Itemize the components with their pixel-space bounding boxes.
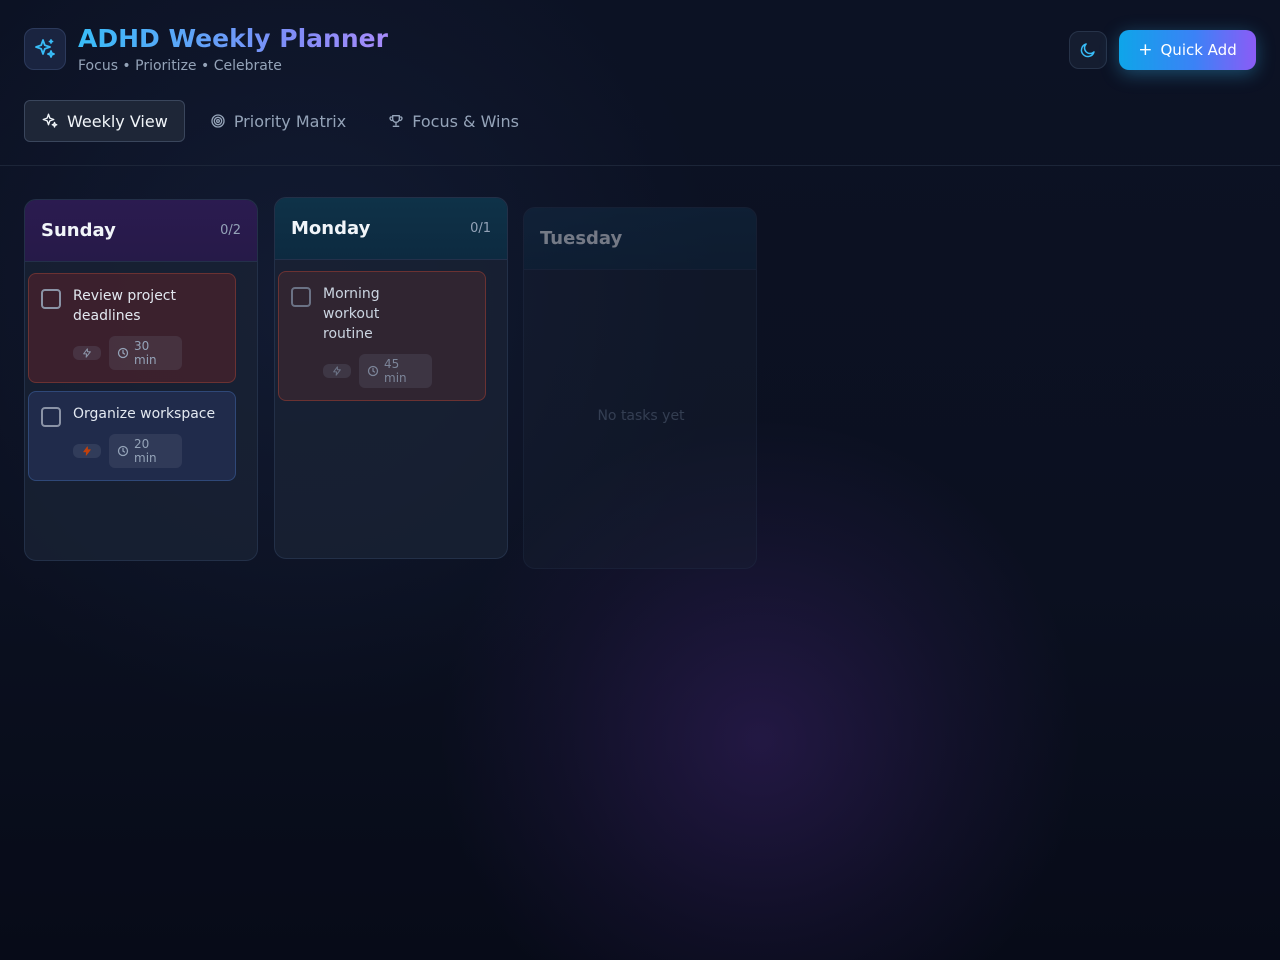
day-header: Monday 0/1 <box>275 198 507 260</box>
header: ADHD Weekly Planner Focus • Prioritize •… <box>0 0 1280 166</box>
app: ADHD Weekly Planner Focus • Prioritize •… <box>0 0 1280 960</box>
view-tabs: Weekly View Priority Matrix Focus & Wins <box>24 100 536 142</box>
app-title: ADHD Weekly Planner <box>78 24 388 53</box>
task-checkbox[interactable] <box>41 407 61 427</box>
day-header: Tuesday <box>524 208 756 270</box>
task-checkbox[interactable] <box>41 289 61 309</box>
clock-icon <box>117 347 129 359</box>
logo <box>24 28 66 70</box>
day-header: Sunday 0/2 <box>25 200 257 262</box>
zap-icon <box>83 348 91 358</box>
sparkles-icon <box>35 39 55 58</box>
app-subtitle: Focus • Prioritize • Celebrate <box>78 58 282 74</box>
moon-icon <box>1080 43 1095 58</box>
theme-toggle-button[interactable] <box>1069 31 1107 69</box>
day-column-monday: Monday 0/1 Morning workout routine 45 mi… <box>274 197 508 559</box>
task-title: Review project deadlines <box>73 288 176 324</box>
quick-add-button[interactable]: + Quick Add <box>1119 30 1256 70</box>
duration-badge: 30 min <box>109 336 182 370</box>
tab-label: Weekly View <box>67 111 168 131</box>
tab-priority-matrix[interactable]: Priority Matrix <box>193 100 363 142</box>
duration-text: 20 min <box>134 437 157 465</box>
day-column-sunday: Sunday 0/2 Review project deadlines 30 m… <box>24 199 258 561</box>
day-progress-count: 0/2 <box>220 223 241 238</box>
plus-icon: + <box>1138 39 1153 60</box>
tab-label: Focus & Wins <box>412 111 519 131</box>
duration-text: 45 min <box>384 357 407 385</box>
duration-text: 30 min <box>134 339 157 367</box>
trophy-icon <box>389 115 403 127</box>
target-icon <box>211 114 225 128</box>
sparkles-icon <box>42 113 58 128</box>
duration-badge: 20 min <box>109 434 182 468</box>
tab-focus-wins[interactable]: Focus & Wins <box>371 100 536 142</box>
day-name: Sunday <box>41 220 116 241</box>
zap-icon <box>83 446 91 456</box>
day-name: Monday <box>291 218 371 239</box>
energy-badge <box>73 444 101 458</box>
day-column-tuesday: Tuesday No tasks yet <box>523 207 757 569</box>
duration-badge: 45 min <box>359 354 432 388</box>
energy-badge <box>73 346 101 360</box>
task-meta: 30 min <box>73 336 223 370</box>
task-checkbox[interactable] <box>291 287 311 307</box>
task-card[interactable]: Morning workout routine 45 min <box>278 271 486 401</box>
zap-icon <box>333 366 341 376</box>
task-meta: 20 min <box>73 434 223 468</box>
task-card[interactable]: Organize workspace 20 min <box>28 391 236 481</box>
task-title: Morning workout routine <box>323 286 380 342</box>
task-title: Organize workspace <box>73 406 216 422</box>
tab-label: Priority Matrix <box>233 111 347 131</box>
clock-icon <box>367 365 379 377</box>
day-progress-count: 0/1 <box>470 221 491 236</box>
clock-icon <box>117 445 129 457</box>
task-card[interactable]: Review project deadlines 30 min <box>28 273 236 383</box>
task-meta: 45 min <box>323 354 473 388</box>
quick-add-label: Quick Add <box>1160 41 1237 59</box>
empty-state-text: No tasks yet <box>597 408 685 424</box>
energy-badge <box>323 364 351 378</box>
tab-weekly-view[interactable]: Weekly View <box>24 100 185 142</box>
day-name: Tuesday <box>540 228 623 249</box>
